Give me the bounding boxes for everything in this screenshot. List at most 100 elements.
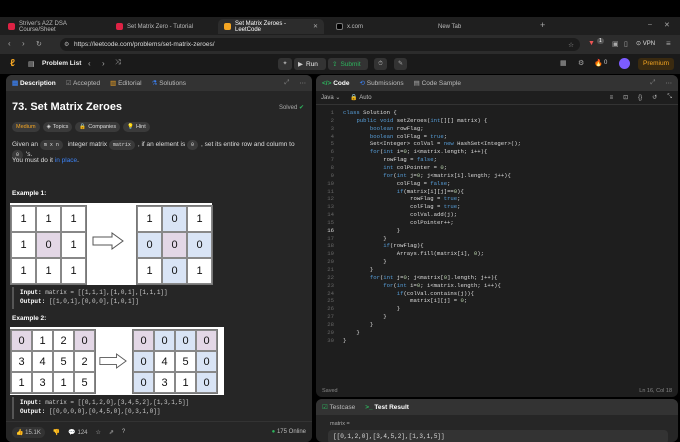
brave-shield-icon[interactable]: ▼ [588, 40, 595, 47]
site-info-icon[interactable]: ⚙ [64, 41, 69, 48]
line-number: 18 [327, 242, 334, 250]
testcase-value[interactable]: [[0,1,2,0],[3,4,5,2],[1,3,1,5]] [328, 430, 668, 442]
line-number: 14 [327, 211, 334, 219]
new-tab-icon[interactable]: + [540, 20, 545, 30]
favorite-icon[interactable]: ☆ [96, 429, 101, 436]
more-icon[interactable]: ⋯ [666, 79, 673, 87]
braces-icon[interactable]: {} [638, 95, 642, 101]
shuffle-icon[interactable]: ⤨ [115, 59, 121, 67]
companies-chip[interactable]: 🔒 Companies [75, 122, 121, 132]
browser-tab-tutorial[interactable]: Set Matrix Zero - Tutorial [110, 19, 216, 34]
close-window-icon[interactable]: ✕ [664, 21, 670, 29]
reset-icon[interactable]: ↺ [652, 94, 657, 101]
notes-icon[interactable]: ✎ [394, 58, 407, 70]
timer-icon[interactable]: ⏱ [374, 58, 387, 70]
example-1-input-grid: 111101111 [10, 205, 87, 285]
hint-chip[interactable]: 💡 Hint [123, 122, 150, 132]
vpn-button[interactable]: ⊙ VPN [636, 40, 655, 47]
topics-chip[interactable]: ◈ Topics [42, 122, 73, 132]
solved-status: Solved ✔ [279, 104, 304, 111]
help-icon[interactable]: ? [122, 429, 125, 435]
tab-solutions[interactable]: ⚗ Solutions [152, 79, 186, 87]
debug-icon[interactable]: ✦ [278, 58, 292, 70]
tab-code[interactable]: </> Code [322, 80, 349, 87]
run-button[interactable]: ▶ Run [294, 58, 326, 70]
sidebar-icon[interactable]: ▯ [624, 40, 628, 48]
sample-icon: ▤ [413, 80, 420, 87]
expand-icon[interactable]: ⤢ [650, 79, 655, 87]
tab-test-result[interactable]: >_ Test Result [365, 404, 409, 411]
matrix-cell: 0 [196, 330, 217, 351]
streak-icon[interactable]: 🔥 [594, 59, 603, 67]
like-count: 15.1K [25, 429, 41, 436]
avatar[interactable] [619, 58, 630, 69]
tab-description[interactable]: ▤ Description [12, 79, 56, 87]
tab-submissions[interactable]: ⟲ Submissions [359, 79, 403, 87]
in-place-link[interactable]: in place [55, 157, 77, 164]
layout-icon[interactable]: ▦ [560, 59, 567, 67]
example-1-label: Example 1: [12, 190, 47, 197]
expand-icon[interactable]: ⤢ [284, 79, 289, 87]
matrix-cell: 1 [61, 258, 86, 284]
statement-text: Given an [12, 141, 40, 148]
language-select[interactable]: Java ⌄ [321, 94, 340, 101]
checkbox-icon: ☑ [322, 404, 328, 411]
format-icon[interactable]: ≡ [610, 95, 614, 101]
tab-testcase[interactable]: ☑ Testcase [322, 403, 355, 411]
code-panel: </> Code ⟲ Submissions ▤ Code Sample ⤢ ⋯… [316, 75, 678, 397]
tab-code-sample[interactable]: ▤ Code Sample [414, 79, 461, 87]
extensions-icon[interactable]: ▣ [612, 40, 619, 48]
tab-editorial[interactable]: ▥ Editorial [110, 79, 141, 87]
code-snippet: m x n [39, 140, 63, 150]
prev-problem-icon[interactable]: ‹ [88, 59, 91, 68]
bookmark-icon[interactable]: ☆ [568, 41, 574, 49]
browser-tab-leetcode[interactable]: Set Matrix Zeroes - LeetCode ✕ [218, 19, 324, 34]
fullscreen-icon[interactable]: ⤡ [667, 94, 672, 101]
premium-button[interactable]: Premium [638, 58, 674, 70]
comments-button[interactable]: 💬 124 [68, 429, 87, 436]
in-place-note: You must do it in place. [12, 157, 79, 164]
matrix-cell: 1 [175, 372, 196, 393]
tab-label: Test Result [374, 403, 409, 411]
problem-list-icon[interactable]: ▤ [28, 60, 35, 68]
forward-icon[interactable]: › [22, 39, 25, 48]
matrix-cell: 0 [36, 232, 61, 258]
online-dot-icon: ● [271, 429, 276, 435]
browser-tab-newtab[interactable]: New Tab [432, 19, 532, 34]
leetcode-logo-icon[interactable]: ℓ [10, 58, 15, 69]
matrix-cell: 3 [11, 351, 32, 372]
testcase-panel: ☑ Testcase >_ Test Result matrix = [[0,1… [316, 399, 678, 442]
problem-list-link[interactable]: Problem List [42, 60, 81, 67]
address-bar[interactable]: ⚙ https://leetcode.com/problems/set-matr… [60, 38, 580, 51]
matrix-cell: 1 [61, 232, 86, 258]
line-number: 30 [327, 336, 334, 344]
tab-accepted[interactable]: ☑ Accepted [66, 79, 100, 87]
menu-icon[interactable]: ≡ [666, 39, 671, 48]
code-line: for(int j=0; j<matrix[0].length; j++){ [369, 273, 498, 281]
more-icon[interactable]: ⋯ [300, 79, 307, 87]
close-tab-icon[interactable]: ✕ [313, 23, 318, 30]
next-problem-icon[interactable]: › [102, 59, 105, 68]
code-tabs: </> Code ⟲ Submissions ▤ Code Sample ⤢ ⋯ [316, 75, 678, 91]
description-panel: ▤ Description ☑ Accepted ▥ Editorial ⚗ S… [6, 75, 312, 442]
statement-text: . [77, 157, 79, 164]
output-label: Output: [20, 297, 46, 305]
auto-toggle[interactable]: 🔒 Auto [350, 94, 371, 101]
back-icon[interactable]: ‹ [8, 39, 11, 48]
code-line: } [343, 305, 401, 313]
chevron-down-icon: ⌄ [335, 95, 341, 101]
submit-button[interactable]: ⇪ Submit [328, 58, 368, 70]
output-label: Output: [20, 407, 46, 415]
like-button[interactable]: 👍 15.1K [12, 426, 45, 438]
reload-icon[interactable]: ↻ [36, 40, 42, 48]
share-icon[interactable]: ⇗ [109, 429, 114, 436]
line-number: 23 [327, 281, 334, 289]
bookmark-icon[interactable]: ⊡ [623, 94, 628, 101]
settings-icon[interactable]: ⚙ [578, 59, 584, 67]
browser-tab-x[interactable]: x.com [330, 19, 430, 34]
browser-tab-striver[interactable]: Striver's A2Z DSA Course/Sheet [2, 19, 108, 34]
dislike-icon[interactable]: 👎 [53, 429, 60, 436]
minimize-icon[interactable]: – [648, 21, 652, 28]
tab-label: Submissions [366, 80, 404, 87]
output-value: [[0,0,0,0],[0,4,5,0],[0,3,1,0]] [45, 407, 161, 415]
